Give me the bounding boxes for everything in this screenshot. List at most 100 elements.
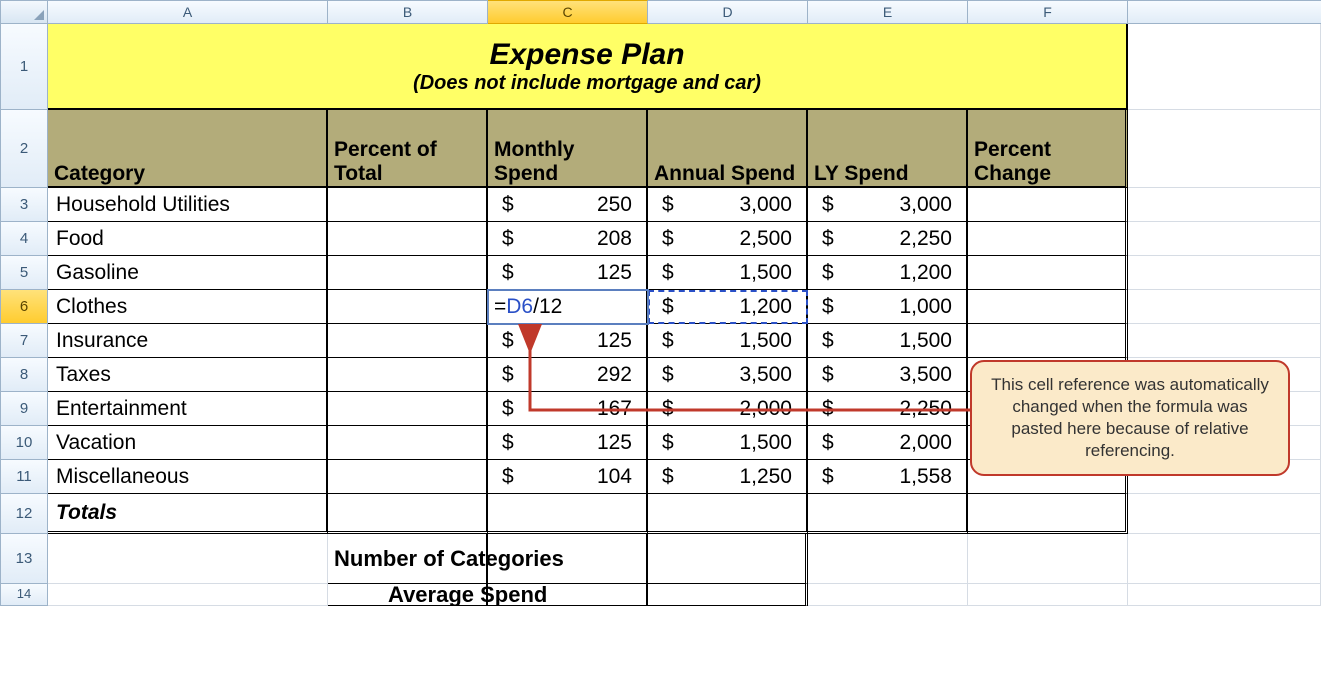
row-header-1[interactable]: 1 (0, 24, 48, 110)
cell-d5[interactable]: $1,500 (648, 256, 808, 290)
cell-e10[interactable]: $2,000 (808, 426, 968, 460)
cell-e11[interactable]: $1,558 (808, 460, 968, 494)
cell-g14[interactable] (1128, 584, 1321, 606)
cell-d8[interactable]: $3,500 (648, 358, 808, 392)
col-header-f[interactable]: F (968, 0, 1128, 24)
cell-f6[interactable] (968, 290, 1128, 324)
cell-a6[interactable]: Clothes (48, 290, 328, 324)
cell-f5[interactable] (968, 256, 1128, 290)
cell-d11[interactable]: $1,250 (648, 460, 808, 494)
cell-e13[interactable] (808, 534, 968, 584)
cell-b11[interactable] (328, 460, 488, 494)
cell-d3[interactable]: $3,000 (648, 188, 808, 222)
cell-g13[interactable] (1128, 534, 1321, 584)
cell-b3[interactable] (328, 188, 488, 222)
cell-a14[interactable] (48, 584, 328, 606)
cell-d4[interactable]: $2,500 (648, 222, 808, 256)
cell-d12[interactable] (648, 494, 808, 534)
cell-g7[interactable] (1128, 324, 1321, 358)
row-header-12[interactable]: 12 (0, 494, 48, 534)
col-header-g[interactable] (1128, 0, 1321, 24)
cell-g1[interactable] (1128, 24, 1321, 110)
cell-a3[interactable]: Household Utilities (48, 188, 328, 222)
cell-g3[interactable] (1128, 188, 1321, 222)
cell-c3[interactable]: $250 (488, 188, 648, 222)
col-header-e[interactable]: E (808, 0, 968, 24)
cell-e9[interactable]: $2,250 (808, 392, 968, 426)
totals-label[interactable]: Totals (48, 494, 328, 534)
row-header-11[interactable]: 11 (0, 460, 48, 494)
cell-b10[interactable] (328, 426, 488, 460)
cell-f3[interactable] (968, 188, 1128, 222)
cell-c8[interactable]: $292 (488, 358, 648, 392)
cell-a7[interactable]: Insurance (48, 324, 328, 358)
cell-c10[interactable]: $125 (488, 426, 648, 460)
cell-a8[interactable]: Taxes (48, 358, 328, 392)
number-categories-label[interactable]: Number of Categories (328, 534, 488, 584)
cell-a13[interactable] (48, 534, 328, 584)
col-header-b[interactable]: B (328, 0, 488, 24)
row-header-10[interactable]: 10 (0, 426, 48, 460)
row-header-14[interactable]: 14 (0, 584, 48, 606)
cell-g5[interactable] (1128, 256, 1321, 290)
cell-d9[interactable]: $2,000 (648, 392, 808, 426)
cell-b5[interactable] (328, 256, 488, 290)
cell-f7[interactable] (968, 324, 1128, 358)
cell-b4[interactable] (328, 222, 488, 256)
row-header-6[interactable]: 6 (0, 290, 48, 324)
average-spend-label[interactable]: Average Spend (328, 584, 488, 606)
cell-e6[interactable]: $1,000 (808, 290, 968, 324)
cell-d7[interactable]: $1,500 (648, 324, 808, 358)
cell-d6[interactable]: $1,200 (648, 290, 808, 324)
header-category[interactable]: Category (48, 110, 328, 188)
cell-e8[interactable]: $3,500 (808, 358, 968, 392)
cell-e14[interactable] (808, 584, 968, 606)
cell-c4[interactable]: $208 (488, 222, 648, 256)
cell-a11[interactable]: Miscellaneous (48, 460, 328, 494)
select-all-corner[interactable] (0, 0, 48, 24)
row-header-4[interactable]: 4 (0, 222, 48, 256)
cell-a5[interactable]: Gasoline (48, 256, 328, 290)
cell-a9[interactable]: Entertainment (48, 392, 328, 426)
cell-g6[interactable] (1128, 290, 1321, 324)
cell-d13[interactable] (648, 534, 808, 584)
header-ly-spend[interactable]: LY Spend (808, 110, 968, 188)
cell-c9[interactable]: $167 (488, 392, 648, 426)
row-header-2[interactable]: 2 (0, 110, 48, 188)
header-monthly-spend[interactable]: Monthly Spend (488, 110, 648, 188)
col-header-a[interactable]: A (48, 0, 328, 24)
cell-b9[interactable] (328, 392, 488, 426)
cell-d10[interactable]: $1,500 (648, 426, 808, 460)
header-percent-change[interactable]: Percent Change (968, 110, 1128, 188)
cell-a10[interactable]: Vacation (48, 426, 328, 460)
spreadsheet-grid[interactable]: A B C D E F 1 Expense Plan (Does not inc… (0, 0, 1321, 606)
cell-c5[interactable]: $125 (488, 256, 648, 290)
cell-c7[interactable]: $125 (488, 324, 648, 358)
cell-e3[interactable]: $3,000 (808, 188, 968, 222)
row-header-3[interactable]: 3 (0, 188, 48, 222)
cell-g4[interactable] (1128, 222, 1321, 256)
cell-e5[interactable]: $1,200 (808, 256, 968, 290)
cell-g12[interactable] (1128, 494, 1321, 534)
cell-e12[interactable] (808, 494, 968, 534)
row-header-5[interactable]: 5 (0, 256, 48, 290)
cell-b12[interactable] (328, 494, 488, 534)
col-header-c[interactable]: C (488, 0, 648, 24)
cell-c12[interactable] (488, 494, 648, 534)
row-header-9[interactable]: 9 (0, 392, 48, 426)
title-cell[interactable]: Expense Plan (Does not include mortgage … (48, 24, 1128, 110)
header-percent-total[interactable]: Percent of Total (328, 110, 488, 188)
cell-c6[interactable]: =D6/12 (488, 290, 648, 324)
row-header-8[interactable]: 8 (0, 358, 48, 392)
cell-d14[interactable] (648, 584, 808, 606)
cell-c11[interactable]: $104 (488, 460, 648, 494)
header-annual-spend[interactable]: Annual Spend (648, 110, 808, 188)
cell-e7[interactable]: $1,500 (808, 324, 968, 358)
cell-a4[interactable]: Food (48, 222, 328, 256)
cell-g2[interactable] (1128, 110, 1321, 188)
cell-f14[interactable] (968, 584, 1128, 606)
cell-f12[interactable] (968, 494, 1128, 534)
cell-e4[interactable]: $2,250 (808, 222, 968, 256)
cell-b8[interactable] (328, 358, 488, 392)
cell-f4[interactable] (968, 222, 1128, 256)
